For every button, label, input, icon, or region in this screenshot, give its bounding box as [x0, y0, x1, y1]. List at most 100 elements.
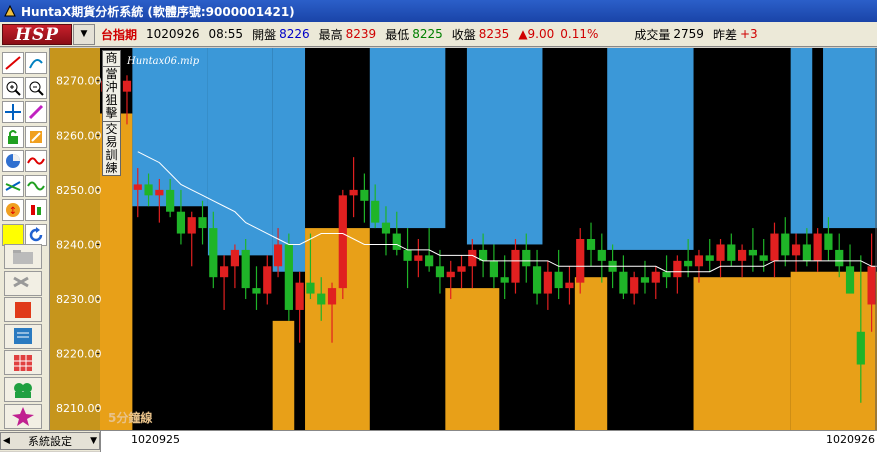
- record-icon[interactable]: [4, 297, 42, 323]
- volume-label: 成交量: [634, 27, 671, 42]
- candle-body: [770, 233, 779, 261]
- pen-icon[interactable]: [25, 101, 47, 123]
- fibonacci-icon[interactable]: [25, 52, 47, 74]
- quote-bar: HSP ▼ 台指期 1020926 08:55 開盤 8226 最高 8239 …: [0, 22, 877, 47]
- candle-body: [716, 244, 725, 261]
- candle-body: [694, 255, 704, 267]
- logo-menu-button[interactable]: ▼: [73, 23, 95, 45]
- quote-date: 1020926: [146, 27, 200, 41]
- candle-body: [845, 266, 855, 294]
- channel-icon[interactable]: [2, 174, 24, 197]
- shift-icon[interactable]: ↕: [2, 199, 24, 221]
- oscillator-icon[interactable]: [25, 174, 47, 197]
- left-arrow-icon[interactable]: ◀: [3, 436, 10, 446]
- candle-body: [349, 189, 358, 196]
- spread-value: +3: [739, 27, 758, 41]
- high-value: 8239: [345, 27, 377, 41]
- open-value: 8226: [279, 27, 310, 41]
- edit-icon[interactable]: [25, 125, 47, 148]
- candle-body: [856, 331, 865, 365]
- candle-body: [273, 244, 283, 267]
- candle-body: [392, 233, 401, 250]
- support-zone: [693, 277, 791, 430]
- candlestick-chart[interactable]: 8270.00 8260.00 8250.00 8240.00 8230.00 8220.…: [50, 48, 877, 430]
- wave-icon[interactable]: [25, 150, 47, 172]
- list-icon[interactable]: [4, 323, 42, 349]
- folder-icon[interactable]: [4, 244, 42, 269]
- candle-body: [306, 282, 315, 294]
- candle-body: [597, 249, 606, 261]
- time-axis: 1020925 1020926: [100, 431, 877, 452]
- side-menu-item-1[interactable]: 商: [103, 51, 120, 66]
- candle-body: [630, 277, 639, 294]
- zoom-out-icon[interactable]: [25, 76, 47, 99]
- high-label: 最高: [318, 27, 343, 42]
- y-tick-label: 8220.00: [56, 348, 102, 361]
- support-zone: [574, 277, 608, 430]
- candle-body: [252, 288, 261, 294]
- candle-body: [241, 249, 250, 289]
- y-tick-label: 8230.00: [56, 293, 102, 306]
- hsp-logo[interactable]: HSP: [2, 23, 72, 45]
- system-settings-button[interactable]: ◀ 系統設定 ▼: [0, 432, 100, 450]
- table-icon[interactable]: [4, 350, 42, 376]
- candle-icon[interactable]: [25, 199, 47, 221]
- refresh-icon[interactable]: [25, 223, 47, 246]
- dropdown-arrow-icon[interactable]: ▼: [90, 436, 97, 446]
- side-menu-item-daytrade[interactable]: 當 沖 狙 擊: [103, 66, 120, 121]
- trend-line-icon[interactable]: [2, 52, 24, 74]
- change-value: ▲9.00: [518, 27, 555, 41]
- candle-body: [705, 255, 714, 261]
- candle-body: [425, 255, 434, 267]
- window-titlebar: HuntaX期貨分析系統 (軟體序號:9000001421): [0, 0, 877, 22]
- candle-body: [554, 271, 563, 289]
- candle-body: [381, 222, 391, 234]
- pie-chart-icon[interactable]: [2, 150, 24, 172]
- resistance-zone: [823, 48, 877, 229]
- candle-body: [565, 282, 574, 289]
- change-percent: 0.11%: [560, 27, 599, 41]
- date-end-label: 1020926: [826, 433, 875, 446]
- candle-body: [209, 228, 218, 278]
- candle-body: [360, 189, 369, 201]
- candle-body: [824, 233, 833, 250]
- yellow-box-icon[interactable]: [2, 223, 24, 246]
- side-menu-char: 擊: [105, 106, 118, 120]
- zoom-in-icon[interactable]: [2, 76, 24, 99]
- candle-body: [414, 255, 423, 261]
- candle-body: [802, 244, 811, 261]
- candle-body: [403, 249, 412, 261]
- symbol-label[interactable]: 台指期: [101, 26, 137, 43]
- resistance-zone: [207, 48, 273, 256]
- candle-body: [791, 244, 801, 256]
- candle-body: [759, 255, 768, 261]
- crosshair-icon[interactable]: [2, 101, 24, 123]
- candle-body: [198, 217, 207, 229]
- candle-body: [435, 266, 445, 278]
- candle-body: [673, 260, 682, 278]
- candle-body: [662, 271, 671, 278]
- candle-body: [727, 244, 736, 261]
- candle-body: [640, 277, 650, 283]
- settings-tool-icon[interactable]: [4, 270, 42, 296]
- group-icon[interactable]: [4, 377, 42, 402]
- candle-body: [543, 271, 552, 294]
- candle-body: [446, 271, 455, 278]
- y-tick-label: 8260.00: [56, 129, 102, 142]
- lock-icon[interactable]: [2, 125, 24, 148]
- candle-body: [468, 249, 477, 267]
- candle-body: [176, 211, 186, 234]
- chart-area[interactable]: 8270.00 8260.00 8250.00 8240.00 8230.00 8220.…: [50, 48, 877, 430]
- candle-body: [867, 266, 876, 305]
- close-label: 收盤: [451, 27, 476, 42]
- candle-body: [295, 282, 304, 310]
- resistance-zone: [790, 48, 813, 234]
- close-value: 8235: [478, 27, 510, 41]
- side-menu-item-training[interactable]: 交 易 訓 練: [103, 121, 120, 176]
- candle-body: [781, 233, 790, 256]
- low-value: 8225: [412, 27, 443, 41]
- resistance-zone: [466, 48, 543, 245]
- alert-icon[interactable]: [4, 403, 42, 429]
- period-label: 5分鐘線: [108, 410, 152, 425]
- status-bar: ◀ 系統設定 ▼ 1020925 1020926: [0, 430, 877, 452]
